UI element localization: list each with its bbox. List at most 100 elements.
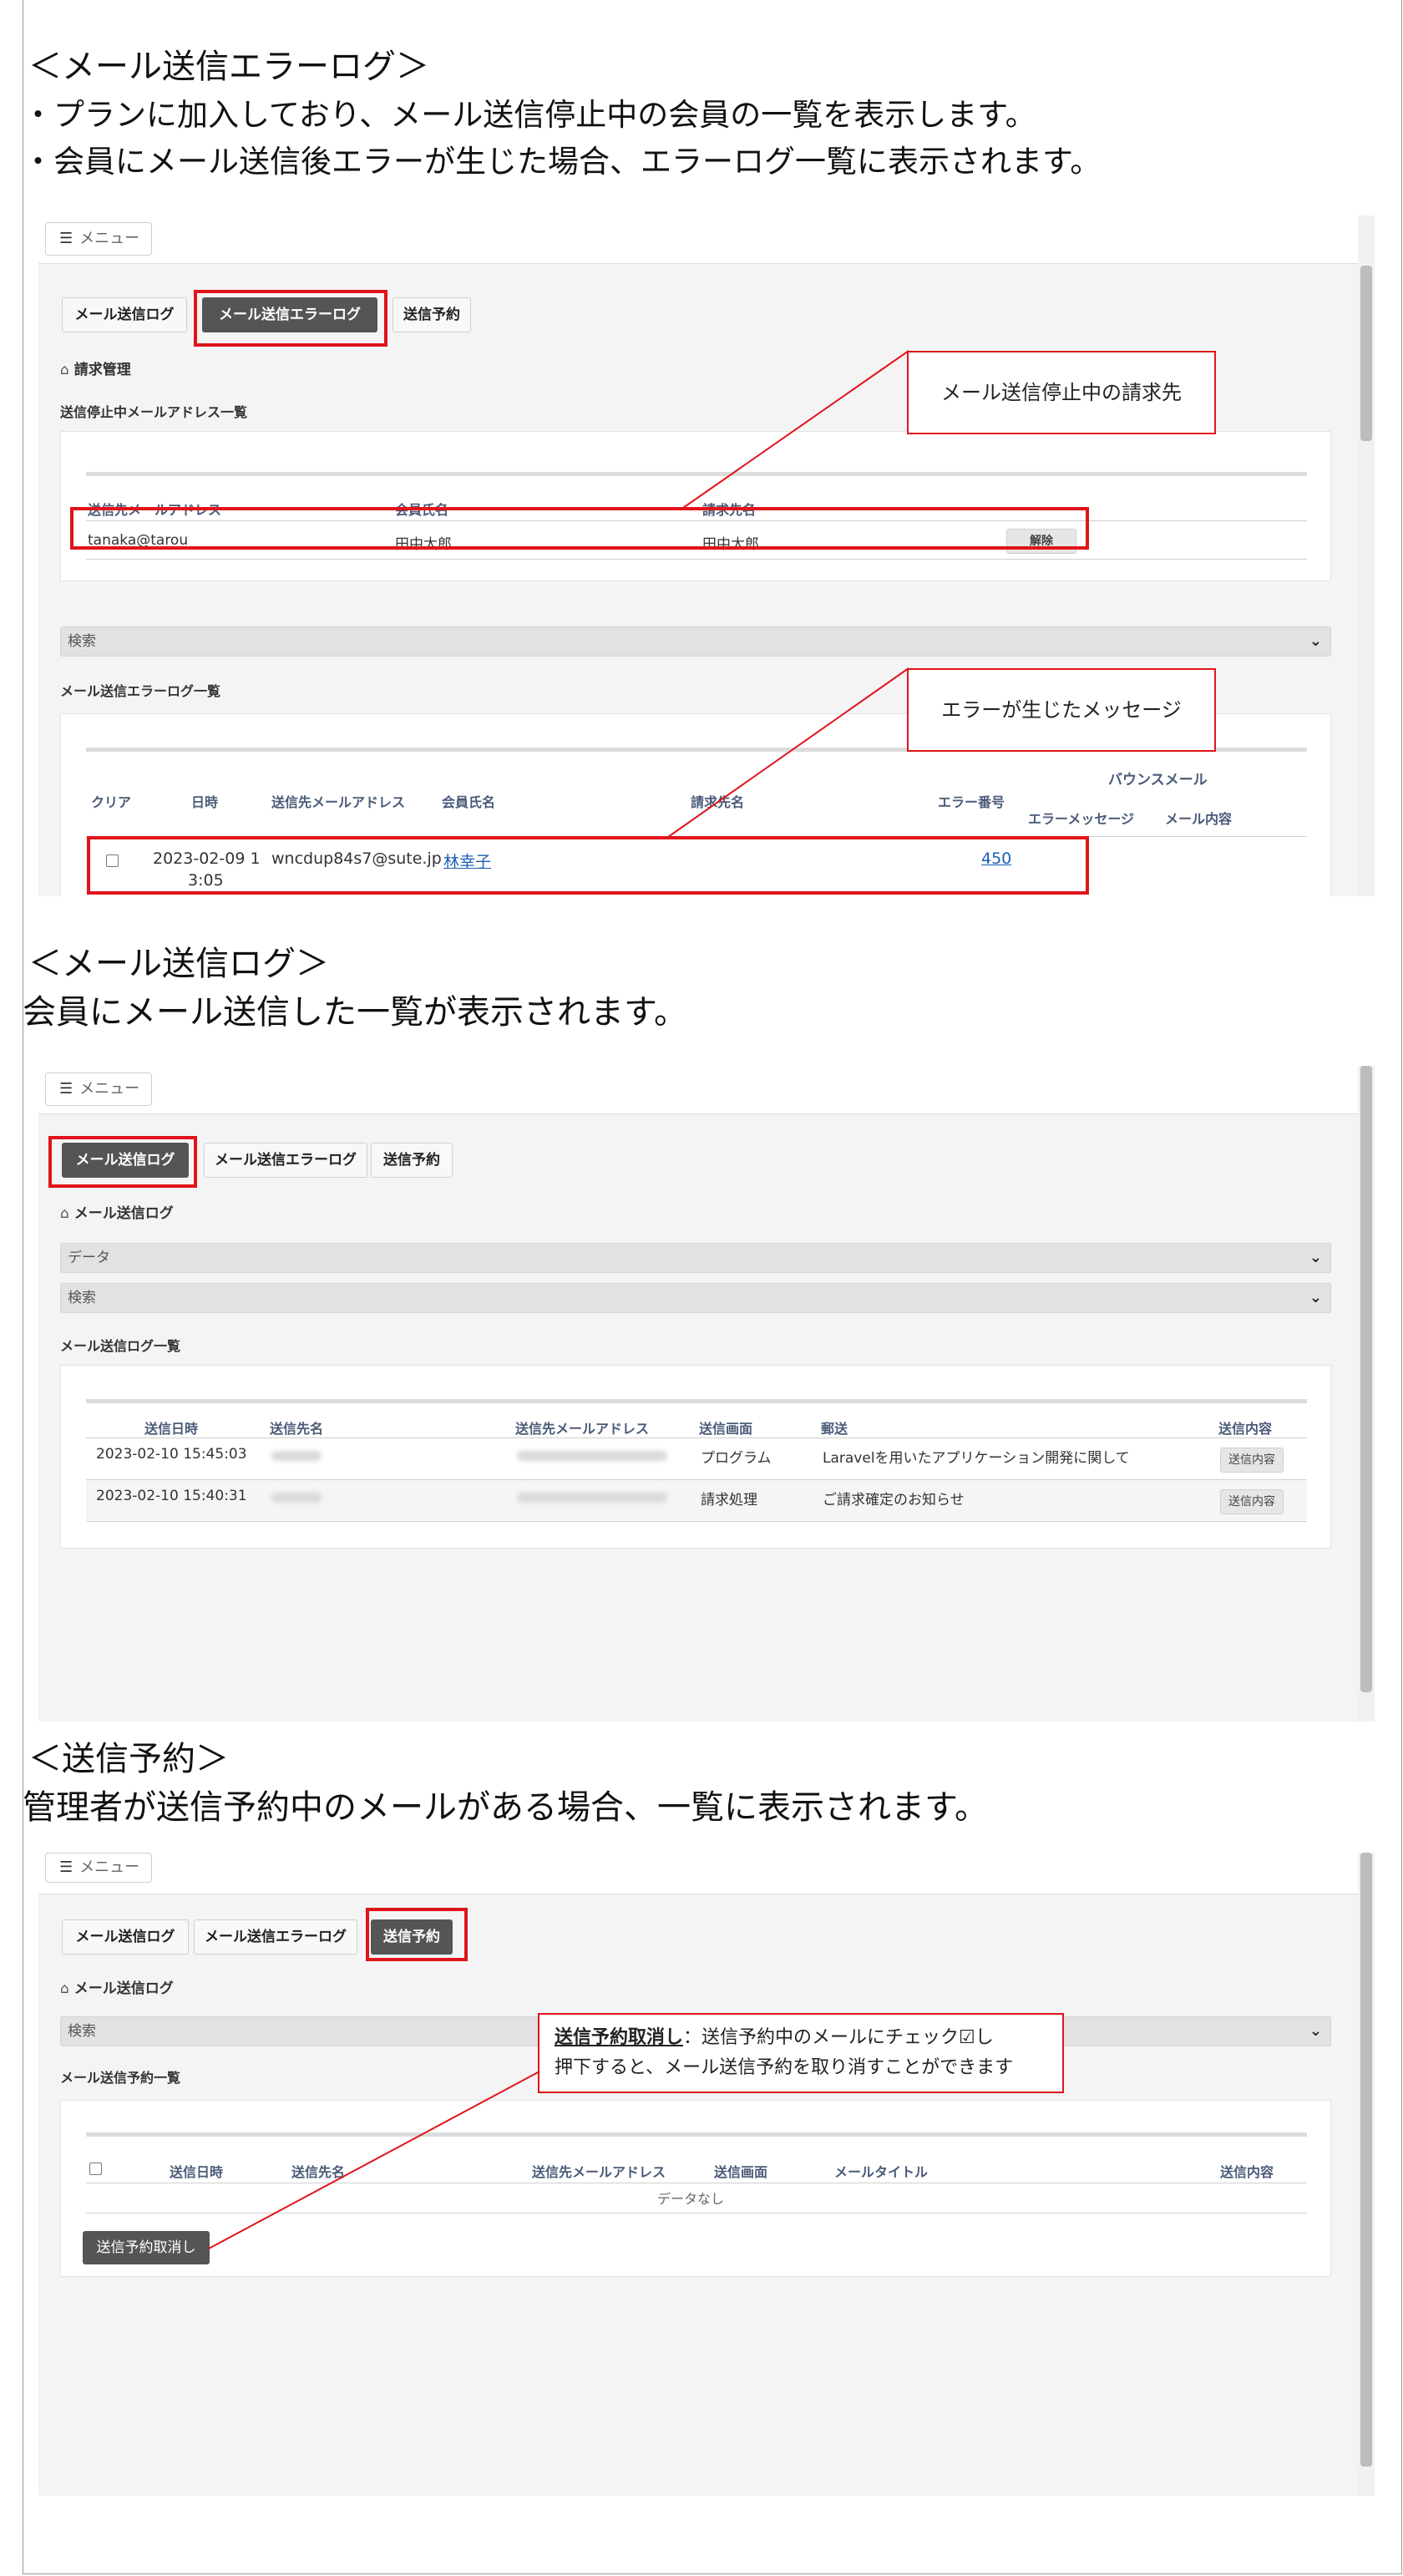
col-error-no: エラー番号 — [938, 794, 1005, 810]
row2-subject: ご請求確定のお知らせ — [823, 1492, 965, 1509]
col-datetime: 送信日時 — [170, 2164, 224, 2180]
error-log-list-title: メール送信エラーログ一覧 — [60, 683, 221, 699]
col-screen: 送信画面 — [699, 1421, 753, 1437]
highlight-suspended-row — [70, 507, 1089, 550]
highlight-send-log-tab — [48, 1136, 197, 1188]
col-datetime: 送信日時 — [144, 1421, 199, 1437]
row1-to-email-blurred — [517, 1451, 667, 1461]
col-content: 送信内容 — [1218, 1421, 1273, 1437]
panel-bar — [86, 1399, 1307, 1403]
scrollbar-thumb[interactable] — [1360, 1066, 1372, 1692]
tab-send-log[interactable]: メール送信ログ — [62, 1919, 189, 1955]
reservation-desc: 管理者が送信予約中のメールがある場合、一覧に表示されます。 — [23, 1788, 988, 1827]
building-icon: ⌂ — [60, 1205, 69, 1222]
scrollbar-thumb[interactable] — [1360, 1853, 1372, 2467]
col-title: メールタイトル — [834, 2164, 929, 2180]
top-bar: ☰ メニュー — [38, 216, 1375, 264]
col-to-email: 送信先メールアドレス — [515, 1421, 650, 1437]
tab-error-log[interactable]: メール送信エラーログ — [194, 1919, 357, 1955]
panel-bar — [86, 472, 1307, 476]
callout-billing: メール送信停止中の請求先 — [907, 351, 1216, 434]
billing-section-label: 請求管理 — [73, 362, 131, 378]
search-dropdown[interactable]: 検索 ⌄ — [60, 626, 1331, 657]
col-error-message: エラーメッセージ — [1028, 811, 1135, 827]
hamburger-icon: ☰ — [59, 230, 73, 247]
col-email: 送信先メールアドレス — [271, 794, 406, 810]
reservation-screenshot: ☰ メニュー メール送信ログ メール送信エラーログ 送信予約 ⌂ メール送信ログ 検… — [38, 1853, 1375, 2496]
send-log-heading: ＜メール送信ログ＞ — [28, 945, 329, 983]
top-bar: ☰ メニュー — [38, 1066, 1375, 1114]
callout-error: エラーが生じたメッセージ — [907, 668, 1216, 752]
col-datetime: 日時 — [191, 794, 219, 810]
cancel-reservation-button[interactable]: 送信予約取消し — [83, 2231, 210, 2264]
tab-reservation[interactable]: 送信予約 — [371, 1143, 453, 1178]
callout-cancel-line1: 送信予約取消し：送信予約中のメールにチェック☑し — [555, 2023, 1047, 2053]
col-to-name: 送信先名 — [270, 1421, 324, 1437]
chevron-down-icon: ⌄ — [1309, 2022, 1322, 2040]
search-label: 検索 — [68, 633, 96, 650]
highlight-error-log-tab — [194, 290, 387, 347]
reservation-panel: 送信日時 送信先名 送信先メールアドレス 送信画面 メールタイトル 送信内容 デ… — [60, 2100, 1331, 2277]
scrollbar-thumb[interactable] — [1360, 266, 1372, 441]
callout-cancel-bold: 送信予約取消し — [555, 2027, 684, 2048]
building-icon: ⌂ — [60, 1980, 69, 1997]
row2-to-email-blurred — [517, 1493, 667, 1503]
select-all-checkbox[interactable] — [89, 2163, 102, 2175]
data-dropdown[interactable]: データ ⌄ — [60, 1243, 1331, 1273]
menu-label: メニュー — [79, 1080, 140, 1098]
row2-content-button[interactable]: 送信内容 — [1220, 1489, 1284, 1514]
col-billing: 請求先名 — [691, 794, 745, 810]
scrollbar[interactable] — [1358, 1853, 1375, 2496]
menu-button[interactable]: ☰ メニュー — [45, 222, 152, 256]
reservation-list-title: メール送信予約一覧 — [60, 2070, 181, 2086]
error-log-bullet-1: ・プランに加入しており、メール送信停止中の会員の一覧を表示します。 — [23, 97, 1036, 133]
scrollbar[interactable] — [1358, 1066, 1375, 1722]
chevron-down-icon: ⌄ — [1309, 1249, 1322, 1266]
row1-content-button[interactable]: 送信内容 — [1220, 1448, 1284, 1473]
col-to-email: 送信先メールアドレス — [532, 2164, 666, 2180]
row1-datetime: 2023-02-10 15:45:03 — [96, 1446, 247, 1463]
col-mail: 郵送 — [821, 1421, 848, 1437]
suspended-list-title: 送信停止中メールアドレス一覧 — [60, 404, 248, 420]
col-member: 会員氏名 — [442, 794, 496, 810]
row1-subject: Laravelを用いたアプリケーション開発に関して — [823, 1450, 1130, 1467]
empty-message: データなし — [657, 2191, 725, 2207]
hamburger-icon: ☰ — [59, 1080, 73, 1098]
send-log-panel: 送信日時 送信先名 送信先メールアドレス 送信画面 郵送 送信内容 2023-0… — [60, 1365, 1331, 1549]
reservation-heading: ＜送信予約＞ — [28, 1740, 229, 1778]
col-screen: 送信画面 — [714, 2164, 768, 2180]
menu-label: メニュー — [79, 230, 140, 247]
scrollbar[interactable] — [1358, 216, 1375, 896]
menu-label: メニュー — [79, 1858, 140, 1876]
suspended-panel: 送信先メールアドレス 会員氏名 請求先名 tanaka@tarou 田中太郎 田… — [60, 431, 1331, 581]
menu-button[interactable]: ☰ メニュー — [45, 1072, 152, 1106]
highlight-reservation-tab — [366, 1908, 468, 1961]
col-to-name: 送信先名 — [291, 2164, 346, 2180]
send-log-screenshot: ☰ メニュー メール送信ログ メール送信エラーログ 送信予約 ⌂ メール送信ログ デ… — [38, 1066, 1375, 1722]
reservation-section-title: ⌂ メール送信ログ — [60, 1976, 174, 1997]
callout-cancel: 送信予約取消し：送信予約中のメールにチェック☑し 押下すると、メール送信予約を取… — [538, 2013, 1064, 2093]
row2-screen: 請求処理 — [701, 1492, 757, 1509]
data-label: データ — [68, 1250, 110, 1266]
row-divider — [86, 559, 1307, 560]
top-bar: ☰ メニュー — [38, 1853, 1375, 1894]
row2-datetime: 2023-02-10 15:40:31 — [96, 1488, 247, 1504]
error-log-heading: ＜メール送信エラーログ＞ — [28, 48, 429, 86]
building-icon: ⌂ — [60, 362, 69, 378]
send-log-list-title: メール送信ログ一覧 — [60, 1338, 181, 1354]
send-log-section-label: メール送信ログ — [73, 1205, 174, 1222]
col-bounce: バウンスメール — [1108, 772, 1208, 789]
row1-to-name-blurred — [271, 1451, 322, 1461]
billing-section-title: ⌂ 請求管理 — [60, 357, 131, 378]
col-mail-content: メール内容 — [1165, 811, 1233, 827]
table-row-stripe — [86, 1480, 1307, 1520]
tab-reservation[interactable]: 送信予約 — [393, 297, 471, 332]
send-log-section-title: ⌂ メール送信ログ — [60, 1201, 174, 1222]
tab-send-log[interactable]: メール送信ログ — [62, 297, 187, 332]
tab-error-log[interactable]: メール送信エラーログ — [204, 1143, 367, 1178]
search-dropdown[interactable]: 検索 ⌄ — [60, 1283, 1331, 1313]
callout-cancel-line2: 押下すると、メール送信予約を取り消すことができます — [555, 2057, 1014, 2078]
menu-button[interactable]: ☰ メニュー — [45, 1853, 152, 1883]
row2-to-name-blurred — [271, 1493, 322, 1503]
chevron-down-icon: ⌄ — [1309, 1289, 1322, 1306]
